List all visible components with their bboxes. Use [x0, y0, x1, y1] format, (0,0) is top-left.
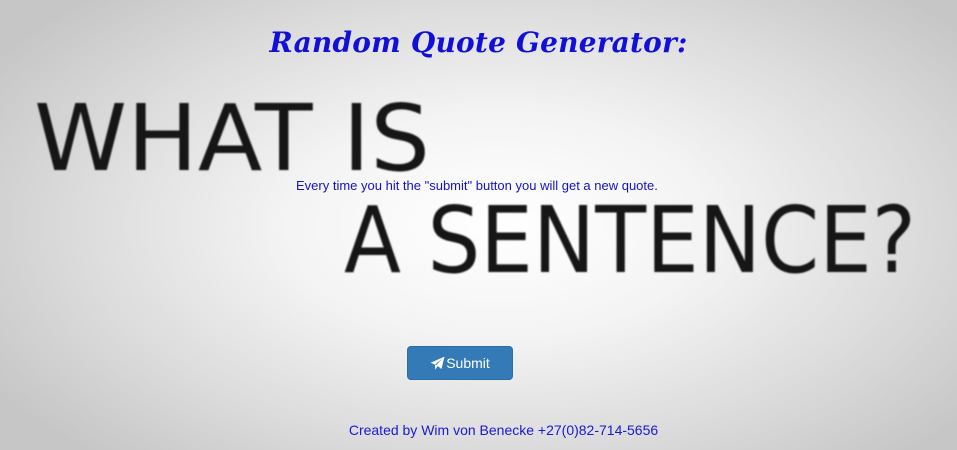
page-title: Random Quote Generator:: [269, 26, 688, 59]
background-image: WHAT IS A SENTENCE?: [34, 85, 916, 294]
background-text-line-2: A SENTENCE?: [344, 187, 916, 294]
background-text-line-1: WHAT IS: [34, 85, 430, 192]
submit-button[interactable]: Submit: [407, 346, 513, 380]
footer-credit: Created by Wim von Benecke +27(0)82-714-…: [348, 422, 659, 438]
submit-button-label: Submit: [446, 355, 490, 371]
instructions-text: Every time you hit the "submit" button y…: [296, 178, 658, 193]
paper-plane-icon: [430, 356, 445, 371]
